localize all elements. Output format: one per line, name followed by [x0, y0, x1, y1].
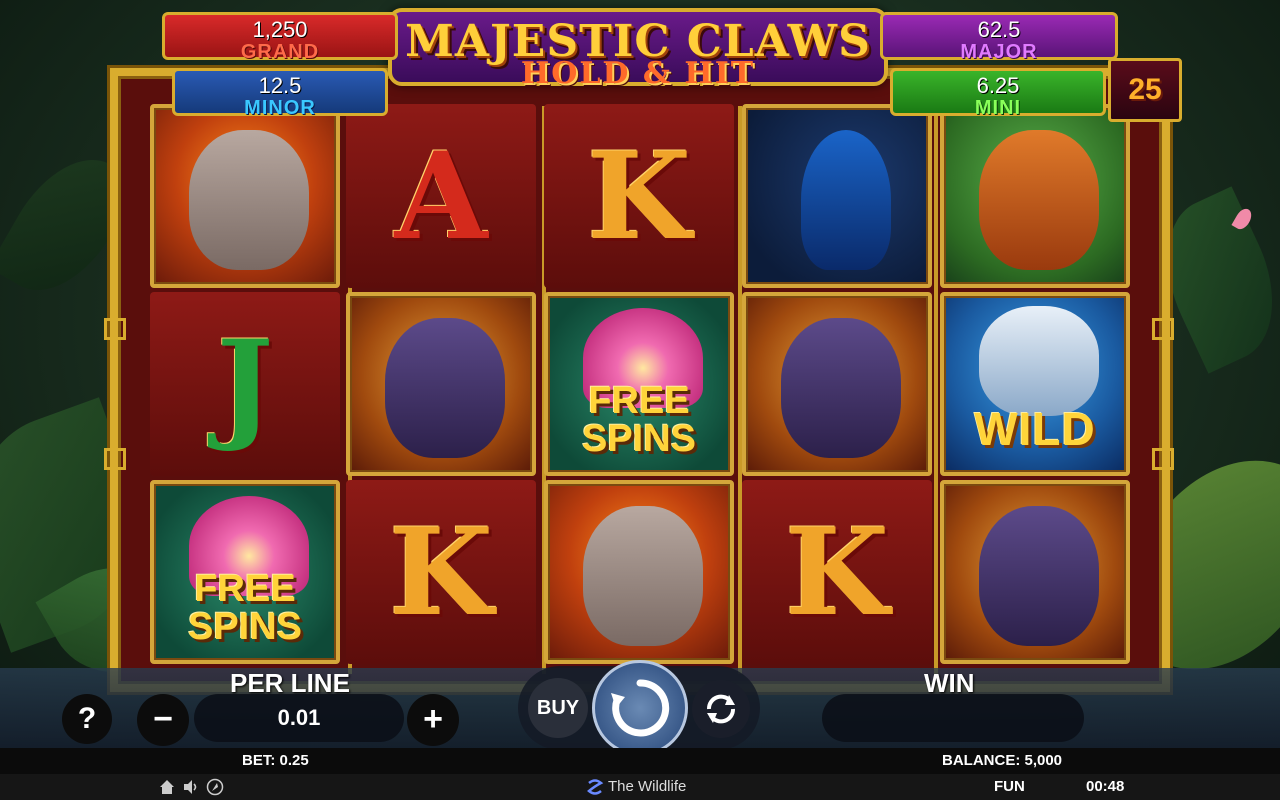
- bear-icon: [781, 318, 901, 458]
- wild-label: WILD: [974, 403, 1096, 455]
- jackpot-mini-label: MINI: [974, 97, 1022, 119]
- letter-j: J: [216, 314, 274, 455]
- frame-ornament: [1152, 318, 1174, 340]
- reel-3: K FREE SPINS: [544, 104, 734, 668]
- game-title-plate: MAJESTIC CLAWS HOLD & HIT: [388, 8, 888, 90]
- symbol-free-spins: FREE SPINS: [544, 292, 734, 476]
- bet-balance-bar: [0, 748, 1280, 774]
- symbol-red-panda: [940, 104, 1130, 288]
- symbol-wild-tiger: WILD: [940, 292, 1130, 476]
- sound-icon[interactable]: [182, 778, 200, 796]
- bear-icon: [385, 318, 505, 458]
- jackpot-major-amount: 62.5: [977, 17, 1021, 42]
- autoplay-icon: [706, 694, 736, 724]
- balance: BALANCE: 5,000: [942, 752, 1063, 769]
- spin-icon: [611, 679, 670, 737]
- bear-icon: [979, 506, 1099, 646]
- game-subtitle: HOLD & HIT: [520, 56, 756, 91]
- free-label: FREE: [588, 380, 690, 422]
- symbol-k: K: [742, 480, 932, 664]
- symbol-a: A: [346, 104, 536, 288]
- symbol-bear: [742, 292, 932, 476]
- free-spins-label: FREE SPINS: [548, 382, 730, 458]
- tiger-icon: [979, 306, 1099, 416]
- elephant-icon: [189, 130, 309, 270]
- reel-5: WILD: [940, 104, 1130, 668]
- help-button[interactable]: ?: [62, 694, 112, 744]
- symbol-free-spins: FREE SPINS: [150, 480, 340, 664]
- jackpot-grand: 1,250 GRAND: [162, 12, 398, 63]
- red-panda-icon: [979, 130, 1099, 270]
- jackpot-grand-amount: 1,250: [252, 17, 308, 42]
- jackpot-minor-amount: 12.5: [258, 73, 302, 98]
- spins-label: SPINS: [187, 606, 303, 648]
- reel-4: K: [742, 104, 932, 668]
- elephant-icon: [583, 506, 703, 646]
- peacock-icon: [801, 130, 891, 270]
- symbol-bear: [940, 480, 1130, 664]
- symbol-elephant: [150, 104, 340, 288]
- reel-1: J FREE SPINS: [150, 104, 340, 668]
- letter-k: K: [388, 502, 494, 643]
- brand-name: The Wildlife: [608, 778, 687, 795]
- paylines-badge: 25: [1108, 58, 1182, 122]
- symbol-j: J: [150, 292, 340, 476]
- home-icon[interactable]: [158, 778, 176, 796]
- win-display: [822, 694, 1084, 742]
- reel-divider: [934, 106, 938, 674]
- autoplay-button[interactable]: [692, 680, 750, 738]
- reel-2: A K: [346, 104, 536, 668]
- symbol-peacock: [742, 104, 932, 288]
- increase-bet-button[interactable]: +: [407, 694, 459, 746]
- jackpot-major: 62.5 MAJOR: [880, 12, 1118, 63]
- bet-total: BET: 0.25: [242, 752, 309, 769]
- symbol-k: K: [544, 104, 734, 288]
- frame-ornament: [104, 318, 126, 340]
- jackpot-grand-label: GRAND: [240, 41, 320, 63]
- symbol-elephant: [544, 480, 734, 664]
- per-line-value: 0.01: [194, 694, 404, 742]
- free-label: FREE: [194, 568, 296, 610]
- brand-logo-icon: [587, 779, 604, 795]
- buy-feature-button[interactable]: BUY: [528, 678, 588, 738]
- decrease-bet-button[interactable]: −: [137, 694, 189, 746]
- jackpot-minor-label: MINOR: [244, 97, 316, 119]
- jackpot-major-label: MAJOR: [960, 41, 1038, 63]
- letter-a: A: [394, 126, 488, 267]
- frame-ornament: [1152, 448, 1174, 470]
- jackpot-mini-amount: 6.25: [976, 73, 1020, 98]
- clock: 00:48: [1086, 778, 1125, 795]
- free-spins-label: FREE SPINS: [154, 570, 336, 646]
- spins-label: SPINS: [581, 418, 697, 460]
- spin-button[interactable]: [592, 660, 688, 756]
- turbo-icon[interactable]: [206, 778, 224, 796]
- jackpot-mini: 6.25 MINI: [890, 68, 1106, 119]
- letter-k: K: [586, 126, 692, 267]
- play-mode: FUN: [994, 778, 1025, 795]
- symbol-bear: [346, 292, 536, 476]
- frame-ornament: [104, 448, 126, 470]
- symbol-k: K: [346, 480, 536, 664]
- letter-k: K: [784, 502, 890, 643]
- jackpot-minor: 12.5 MINOR: [172, 68, 388, 119]
